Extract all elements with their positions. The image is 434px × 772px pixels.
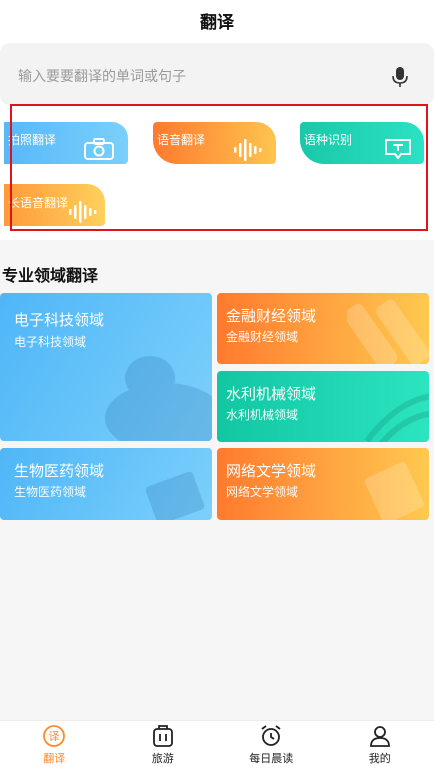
tool-photo-translate[interactable]: 拍照翻译 — [4, 122, 128, 164]
domain-sub: 生物医药领域 — [14, 485, 87, 499]
wave-decoration-icon — [364, 393, 429, 442]
search-bar[interactable]: 输入要要翻译的单词或句子 — [0, 43, 434, 105]
audio-wave-icon — [233, 139, 263, 164]
domain-name: 金融财经领域 — [226, 307, 317, 325]
domain-name: 生物医药领域 — [14, 462, 105, 480]
empty-area — [0, 537, 434, 720]
translate-icon: 译 — [42, 724, 66, 748]
bars-decoration-icon — [347, 299, 429, 364]
domain-name: 网络文学领域 — [226, 462, 317, 480]
domain-name: 电子科技领域 — [14, 311, 105, 329]
cloud-decoration-icon — [105, 356, 212, 441]
tool-voice-translate[interactable]: 语音翻译 — [153, 122, 276, 164]
tab-label: 旅游 — [151, 752, 174, 765]
tool-long-voice-translate[interactable]: 长语音翻译 — [4, 184, 105, 226]
audio-wave-icon — [68, 201, 98, 226]
svg-text:译: 译 — [49, 730, 60, 743]
text-bubble-icon — [384, 138, 412, 163]
tool-label: 拍照翻译 — [8, 133, 57, 147]
alarm-clock-icon — [259, 724, 283, 748]
section-title: 专业领域翻译 — [2, 266, 99, 285]
domain-finance[interactable]: 金融财经领域 金融财经领域 — [217, 293, 429, 364]
tab-label: 翻译 — [43, 752, 66, 765]
tab-mine[interactable]: 我的 — [326, 721, 434, 772]
user-icon — [368, 724, 392, 748]
domain-electronics[interactable]: 电子科技领域 电子科技领域 — [0, 293, 212, 441]
tab-translate[interactable]: 译 翻译 — [0, 721, 109, 772]
pages-decoration-icon — [364, 461, 425, 520]
domain-sub: 电子科技领域 — [14, 335, 87, 349]
tab-label: 每日晨读 — [249, 752, 294, 765]
domain-sub: 水利机械领域 — [226, 408, 299, 422]
domain-biomedicine[interactable]: 生物医药领域 生物医药领域 — [0, 448, 212, 520]
domain-hydraulic-machinery[interactable]: 水利机械领域 水利机械领域 — [217, 371, 429, 442]
domain-sub: 网络文学领域 — [226, 485, 299, 499]
camera-icon — [84, 138, 114, 163]
microphone-icon[interactable] — [391, 66, 409, 88]
domain-name: 水利机械领域 — [226, 385, 317, 403]
tab-morning-reading[interactable]: 每日晨读 — [217, 721, 326, 772]
tool-label: 语音翻译 — [157, 133, 206, 147]
tool-language-detect[interactable]: 语种识别 — [300, 122, 424, 164]
suitcase-icon — [151, 724, 175, 748]
tool-label: 长语音翻译 — [8, 196, 69, 210]
bottom-tab-bar: 译 翻译 旅游 每日晨读 我的 — [0, 720, 434, 772]
tab-label: 我的 — [368, 752, 391, 765]
tab-travel[interactable]: 旅游 — [109, 721, 218, 772]
domain-sub: 金融财经领域 — [226, 330, 299, 344]
app-header: 翻译 — [0, 0, 434, 40]
search-placeholder[interactable]: 输入要要翻译的单词或句子 — [18, 66, 186, 86]
book-decoration-icon — [145, 471, 205, 520]
domain-web-literature[interactable]: 网络文学领域 网络文学领域 — [217, 448, 429, 520]
page-title: 翻译 — [200, 12, 234, 33]
tool-label: 语种识别 — [304, 133, 353, 147]
